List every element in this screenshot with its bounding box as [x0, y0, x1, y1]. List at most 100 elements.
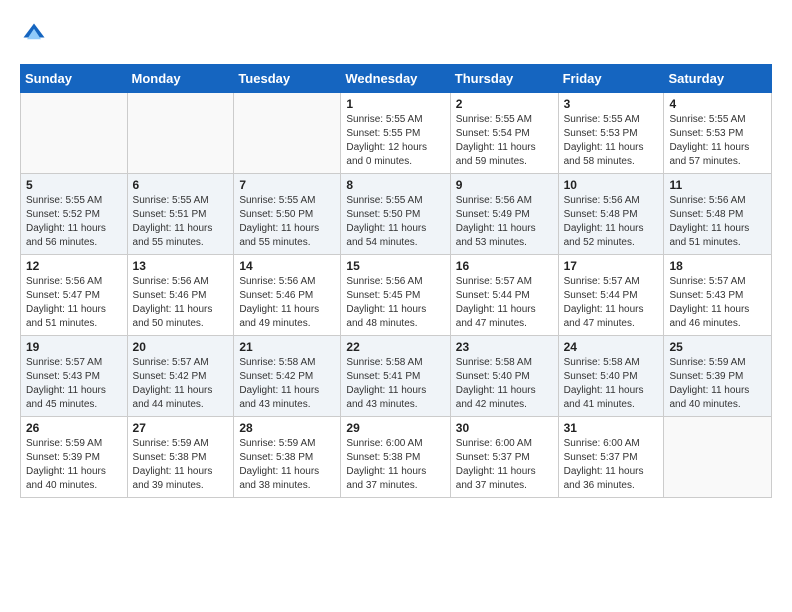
day-info: Sunrise: 5:58 AM Sunset: 5:40 PM Dayligh…: [564, 356, 659, 412]
calendar-cell: 3 Sunrise: 5:55 AM Sunset: 5:53 PM Daylig…: [558, 93, 664, 174]
calendar-week-row-3: 12Sunrise: 5:56 AM Sunset: 5:47 PM Dayli…: [21, 255, 772, 336]
day-number: 30: [456, 421, 553, 435]
calendar-header-thursday: Thursday: [450, 65, 558, 93]
day-info: Sunrise: 6:00 AM Sunset: 5:38 PM Dayligh…: [346, 437, 444, 493]
day-number: 22: [346, 340, 444, 354]
calendar-cell: 5Sunrise: 5:55 AM Sunset: 5:52 PM Daylig…: [21, 174, 128, 255]
day-number: 5: [26, 178, 122, 192]
day-number: 17: [564, 259, 659, 273]
calendar-header-sunday: Sunday: [21, 65, 128, 93]
day-info: Sunrise: 5:55 AM Sunset: 5:55 PM Dayligh…: [346, 113, 444, 169]
page-header: [20, 20, 772, 48]
day-number: 3: [564, 97, 659, 111]
calendar-cell: 18 Sunrise: 5:57 AM Sunset: 5:43 PM Dayli…: [664, 255, 772, 336]
calendar-cell: 1 Sunrise: 5:55 AM Sunset: 5:55 PM Daylig…: [341, 93, 450, 174]
calendar-cell: 13 Sunrise: 5:56 AM Sunset: 5:46 PM Dayli…: [127, 255, 234, 336]
calendar-cell: 22 Sunrise: 5:58 AM Sunset: 5:41 PM Dayli…: [341, 336, 450, 417]
calendar-week-row-2: 5Sunrise: 5:55 AM Sunset: 5:52 PM Daylig…: [21, 174, 772, 255]
day-number: 18: [669, 259, 766, 273]
day-info: Sunrise: 5:56 AM Sunset: 5:48 PM Dayligh…: [564, 194, 659, 250]
day-number: 11: [669, 178, 766, 192]
calendar-cell: 20Sunrise: 5:57 AM Sunset: 5:42 PM Dayli…: [127, 336, 234, 417]
day-number: 13: [133, 259, 229, 273]
calendar-cell: 15 Sunrise: 5:56 AM Sunset: 5:45 PM Dayli…: [341, 255, 450, 336]
day-number: 21: [239, 340, 335, 354]
calendar-cell: 25 Sunrise: 5:59 AM Sunset: 5:39 PM Dayli…: [664, 336, 772, 417]
day-info: Sunrise: 5:56 AM Sunset: 5:46 PM Dayligh…: [133, 275, 229, 331]
day-info: Sunrise: 5:56 AM Sunset: 5:46 PM Dayligh…: [239, 275, 335, 331]
day-number: 8: [346, 178, 444, 192]
day-info: Sunrise: 5:57 AM Sunset: 5:44 PM Dayligh…: [564, 275, 659, 331]
calendar-cell: 12Sunrise: 5:56 AM Sunset: 5:47 PM Dayli…: [21, 255, 128, 336]
day-info: Sunrise: 5:57 AM Sunset: 5:44 PM Dayligh…: [456, 275, 553, 331]
calendar-cell: 31 Sunrise: 6:00 AM Sunset: 5:37 PM Dayli…: [558, 417, 664, 498]
day-info: Sunrise: 5:55 AM Sunset: 5:50 PM Dayligh…: [239, 194, 335, 250]
calendar-cell: 27Sunrise: 5:59 AM Sunset: 5:38 PM Dayli…: [127, 417, 234, 498]
day-number: 6: [133, 178, 229, 192]
day-number: 24: [564, 340, 659, 354]
day-number: 15: [346, 259, 444, 273]
day-info: Sunrise: 5:56 AM Sunset: 5:49 PM Dayligh…: [456, 194, 553, 250]
calendar-cell: [127, 93, 234, 174]
day-number: 4: [669, 97, 766, 111]
day-number: 27: [133, 421, 229, 435]
day-info: Sunrise: 5:55 AM Sunset: 5:54 PM Dayligh…: [456, 113, 553, 169]
day-info: Sunrise: 5:56 AM Sunset: 5:45 PM Dayligh…: [346, 275, 444, 331]
logo-icon: [20, 20, 48, 48]
calendar-week-row-5: 26 Sunrise: 5:59 AM Sunset: 5:39 PM Dayli…: [21, 417, 772, 498]
day-info: Sunrise: 5:56 AM Sunset: 5:48 PM Dayligh…: [669, 194, 766, 250]
day-number: 31: [564, 421, 659, 435]
day-info: Sunrise: 5:55 AM Sunset: 5:53 PM Dayligh…: [669, 113, 766, 169]
calendar-header-saturday: Saturday: [664, 65, 772, 93]
calendar-cell: [664, 417, 772, 498]
day-number: 23: [456, 340, 553, 354]
day-info: Sunrise: 5:55 AM Sunset: 5:50 PM Dayligh…: [346, 194, 444, 250]
day-number: 9: [456, 178, 553, 192]
calendar-header-friday: Friday: [558, 65, 664, 93]
day-number: 1: [346, 97, 444, 111]
day-info: Sunrise: 5:59 AM Sunset: 5:38 PM Dayligh…: [239, 437, 335, 493]
day-info: Sunrise: 5:58 AM Sunset: 5:42 PM Dayligh…: [239, 356, 335, 412]
calendar-cell: 6 Sunrise: 5:55 AM Sunset: 5:51 PM Daylig…: [127, 174, 234, 255]
logo: [20, 20, 52, 48]
calendar-header-monday: Monday: [127, 65, 234, 93]
day-number: 28: [239, 421, 335, 435]
day-number: 14: [239, 259, 335, 273]
day-number: 25: [669, 340, 766, 354]
calendar-cell: 16 Sunrise: 5:57 AM Sunset: 5:44 PM Dayli…: [450, 255, 558, 336]
day-info: Sunrise: 5:55 AM Sunset: 5:53 PM Dayligh…: [564, 113, 659, 169]
calendar-cell: 26 Sunrise: 5:59 AM Sunset: 5:39 PM Dayli…: [21, 417, 128, 498]
calendar-cell: 7 Sunrise: 5:55 AM Sunset: 5:50 PM Daylig…: [234, 174, 341, 255]
day-number: 29: [346, 421, 444, 435]
day-info: Sunrise: 5:58 AM Sunset: 5:40 PM Dayligh…: [456, 356, 553, 412]
calendar-header-row: SundayMondayTuesdayWednesdayThursdayFrid…: [21, 65, 772, 93]
calendar-table: SundayMondayTuesdayWednesdayThursdayFrid…: [20, 64, 772, 498]
day-info: Sunrise: 5:55 AM Sunset: 5:51 PM Dayligh…: [133, 194, 229, 250]
calendar-cell: 23 Sunrise: 5:58 AM Sunset: 5:40 PM Dayli…: [450, 336, 558, 417]
day-number: 16: [456, 259, 553, 273]
calendar-cell: 10 Sunrise: 5:56 AM Sunset: 5:48 PM Dayli…: [558, 174, 664, 255]
day-number: 20: [133, 340, 229, 354]
day-number: 19: [26, 340, 122, 354]
day-number: 26: [26, 421, 122, 435]
calendar-cell: 2Sunrise: 5:55 AM Sunset: 5:54 PM Daylig…: [450, 93, 558, 174]
calendar-cell: 11 Sunrise: 5:56 AM Sunset: 5:48 PM Dayli…: [664, 174, 772, 255]
day-info: Sunrise: 5:58 AM Sunset: 5:41 PM Dayligh…: [346, 356, 444, 412]
day-info: Sunrise: 5:57 AM Sunset: 5:43 PM Dayligh…: [669, 275, 766, 331]
calendar-header-tuesday: Tuesday: [234, 65, 341, 93]
day-number: 7: [239, 178, 335, 192]
calendar-cell: 30 Sunrise: 6:00 AM Sunset: 5:37 PM Dayli…: [450, 417, 558, 498]
calendar-week-row-1: 1 Sunrise: 5:55 AM Sunset: 5:55 PM Daylig…: [21, 93, 772, 174]
day-number: 10: [564, 178, 659, 192]
calendar-cell: 14 Sunrise: 5:56 AM Sunset: 5:46 PM Dayli…: [234, 255, 341, 336]
day-info: Sunrise: 5:59 AM Sunset: 5:39 PM Dayligh…: [26, 437, 122, 493]
day-info: Sunrise: 6:00 AM Sunset: 5:37 PM Dayligh…: [456, 437, 553, 493]
calendar-cell: 28 Sunrise: 5:59 AM Sunset: 5:38 PM Dayli…: [234, 417, 341, 498]
calendar-cell: 9 Sunrise: 5:56 AM Sunset: 5:49 PM Daylig…: [450, 174, 558, 255]
day-info: Sunrise: 6:00 AM Sunset: 5:37 PM Dayligh…: [564, 437, 659, 493]
day-info: Sunrise: 5:59 AM Sunset: 5:39 PM Dayligh…: [669, 356, 766, 412]
calendar-cell: 17 Sunrise: 5:57 AM Sunset: 5:44 PM Dayli…: [558, 255, 664, 336]
calendar-cell: 4 Sunrise: 5:55 AM Sunset: 5:53 PM Daylig…: [664, 93, 772, 174]
calendar-cell: [21, 93, 128, 174]
calendar-cell: 29 Sunrise: 6:00 AM Sunset: 5:38 PM Dayli…: [341, 417, 450, 498]
